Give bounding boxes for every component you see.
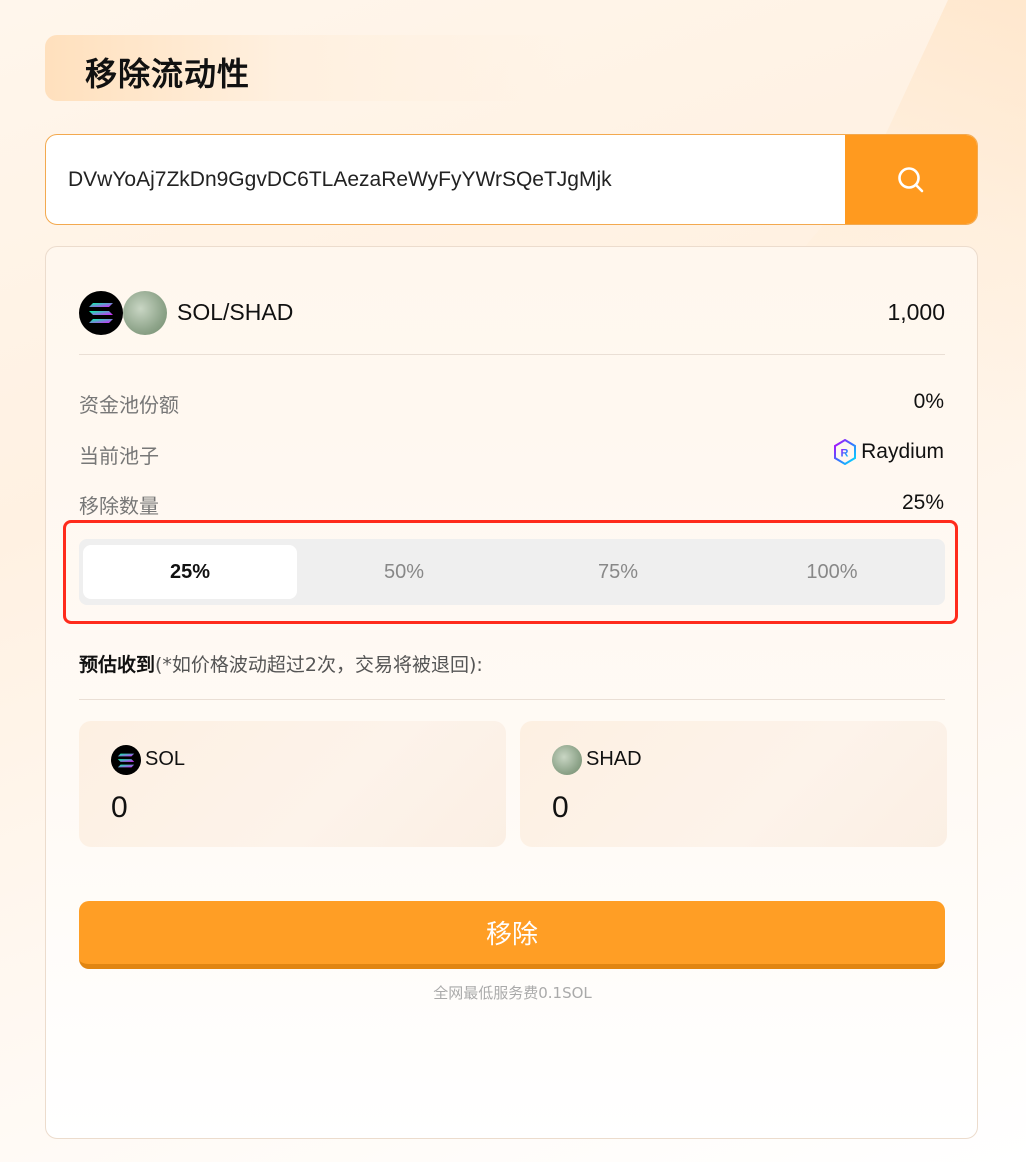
page-header: 移除流动性 xyxy=(45,35,565,101)
solana-icon xyxy=(79,291,123,335)
current-pool-label: 当前池子 xyxy=(79,444,159,468)
estimate-label: 预估收到(*如价格波动超过2次，交易将被退回): xyxy=(79,650,483,677)
raydium-icon: R xyxy=(834,439,857,465)
pair-name: SOL/SHAD xyxy=(177,299,294,325)
search-button[interactable] xyxy=(845,135,977,224)
solana-icon xyxy=(111,745,141,775)
percent-option-25[interactable]: 25% xyxy=(83,545,297,599)
shad-token-icon xyxy=(123,291,167,335)
pair-amount: 1,000 xyxy=(887,299,945,325)
remove-amount-label: 移除数量 xyxy=(79,494,159,518)
remove-amount-value: 25% xyxy=(901,491,944,514)
estimate-note: (*如价格波动超过2次，交易将被退回): xyxy=(155,654,483,676)
token-amount: 0 xyxy=(552,791,569,824)
page-title: 移除流动性 xyxy=(85,55,251,93)
pair-row: SOL/SHAD 1,000 xyxy=(79,291,945,335)
remove-button[interactable]: 移除 xyxy=(79,901,945,969)
search-icon xyxy=(898,166,924,192)
percent-option-50[interactable]: 50% xyxy=(297,545,511,599)
shad-token-icon xyxy=(552,745,582,775)
token-amount: 0 xyxy=(111,791,128,824)
pool-share-value: 0% xyxy=(913,390,944,413)
percent-selector: 25% 50% 75% 100% xyxy=(79,539,945,605)
search-input[interactable] xyxy=(46,135,846,224)
token-symbol: SOL xyxy=(145,748,186,770)
search-bar xyxy=(45,134,978,225)
raydium-label: Raydium xyxy=(861,440,944,463)
current-pool-value: R Raydium xyxy=(833,439,944,465)
fee-note: 全网最低服务费0.1SOL xyxy=(433,984,592,1002)
token-symbol: SHAD xyxy=(586,748,642,770)
svg-text:R: R xyxy=(841,448,849,460)
remove-liquidity-card: SOL/SHAD 1,000 资金池份额 0% 当前池子 R Raydium 移… xyxy=(45,246,978,1139)
token-card-shad: SHAD 0 xyxy=(520,721,947,847)
divider xyxy=(79,354,945,355)
estimate-title: 预估收到 xyxy=(79,654,156,676)
percent-option-100[interactable]: 100% xyxy=(725,545,939,599)
token-card-sol: SOL 0 xyxy=(79,721,506,847)
percent-option-75[interactable]: 75% xyxy=(511,545,725,599)
pool-share-label: 资金池份额 xyxy=(79,393,179,417)
divider xyxy=(79,699,945,700)
